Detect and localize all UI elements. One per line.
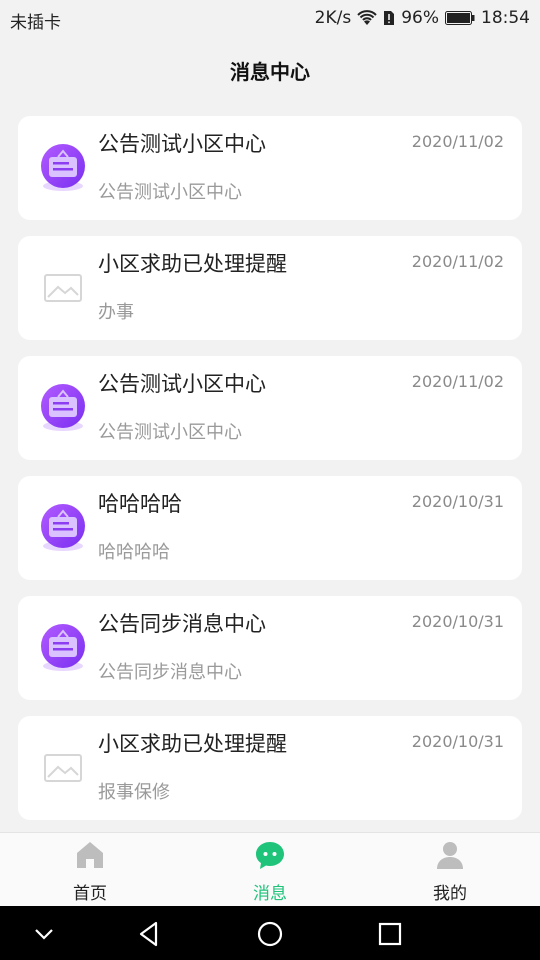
message-card[interactable]: 公告同步消息中心 2020/10/31 公告同步消息中心 xyxy=(18,596,522,700)
message-list: 公告测试小区中心 2020/11/02 公告测试小区中心 小区求助已处理提醒 2… xyxy=(18,116,522,836)
clock: 18:54 xyxy=(481,8,530,28)
message-card[interactable]: 小区求助已处理提醒 2020/11/02 办事 xyxy=(18,236,522,340)
message-card[interactable]: 哈哈哈哈 2020/10/31 哈哈哈哈 xyxy=(18,476,522,580)
message-date: 2020/10/31 xyxy=(411,612,504,631)
message-title: 公告测试小区中心 xyxy=(98,372,266,396)
chevron-down-icon[interactable] xyxy=(28,918,60,950)
carrier-text: 未插卡 xyxy=(10,13,61,33)
message-date: 2020/11/02 xyxy=(411,132,504,151)
message-subtitle: 公告测试小区中心 xyxy=(98,422,242,443)
announcement-icon xyxy=(36,620,90,674)
status-indicators: 2K/s 96% 18:54 xyxy=(315,8,530,28)
message-date: 2020/11/02 xyxy=(411,372,504,391)
message-date: 2020/10/31 xyxy=(411,732,504,751)
announcement-icon xyxy=(36,380,90,434)
screen: 未插卡 2K/s 96% 18:54 消息中心 公告测试小区中心 2020/11… xyxy=(0,0,540,960)
message-subtitle: 公告测试小区中心 xyxy=(98,182,242,203)
message-date: 2020/10/31 xyxy=(411,492,504,511)
tab-home[interactable]: 首页 xyxy=(0,833,180,907)
home-icon xyxy=(74,839,106,871)
system-navigation-bar xyxy=(0,906,540,960)
message-title: 哈哈哈哈 xyxy=(98,492,182,516)
tab-messages[interactable]: 消息 xyxy=(180,833,360,907)
battery-icon xyxy=(445,11,475,25)
message-subtitle: 办事 xyxy=(98,302,134,323)
recent-apps-icon[interactable] xyxy=(374,918,406,950)
network-speed: 2K/s xyxy=(314,8,352,28)
message-date: 2020/11/02 xyxy=(411,252,504,271)
tab-profile-label: 我的 xyxy=(433,884,467,904)
tab-messages-label: 消息 xyxy=(253,884,287,904)
tab-profile[interactable]: 我的 xyxy=(360,833,540,907)
image-placeholder-icon xyxy=(36,260,90,314)
message-card[interactable]: 公告测试小区中心 2020/11/02 公告测试小区中心 xyxy=(18,116,522,220)
page-title: 消息中心 xyxy=(230,60,310,84)
message-title: 公告同步消息中心 xyxy=(98,612,266,636)
message-title: 公告测试小区中心 xyxy=(98,132,266,156)
bottom-tab-bar: 首页 消息 我的 xyxy=(0,832,540,906)
chat-bubble-icon xyxy=(254,839,286,871)
message-title: 小区求助已处理提醒 xyxy=(98,252,287,276)
image-placeholder-icon xyxy=(36,740,90,794)
message-title: 小区求助已处理提醒 xyxy=(98,732,287,756)
status-bar: 未插卡 2K/s 96% 18:54 xyxy=(0,0,540,36)
home-button-icon[interactable] xyxy=(254,918,286,950)
message-subtitle: 哈哈哈哈 xyxy=(98,542,170,563)
message-card[interactable]: 小区求助已处理提醒 2020/10/31 报事保修 xyxy=(18,716,522,820)
message-subtitle: 公告同步消息中心 xyxy=(98,662,242,683)
wifi-icon xyxy=(357,10,377,26)
back-icon[interactable] xyxy=(134,918,166,950)
sim-alert-icon xyxy=(383,10,395,26)
message-subtitle: 报事保修 xyxy=(98,782,170,803)
announcement-icon xyxy=(36,500,90,554)
user-icon xyxy=(434,839,466,871)
announcement-icon xyxy=(36,140,90,194)
message-card[interactable]: 公告测试小区中心 2020/11/02 公告测试小区中心 xyxy=(18,356,522,460)
battery-percent: 96% xyxy=(401,8,439,28)
tab-home-label: 首页 xyxy=(73,884,107,904)
